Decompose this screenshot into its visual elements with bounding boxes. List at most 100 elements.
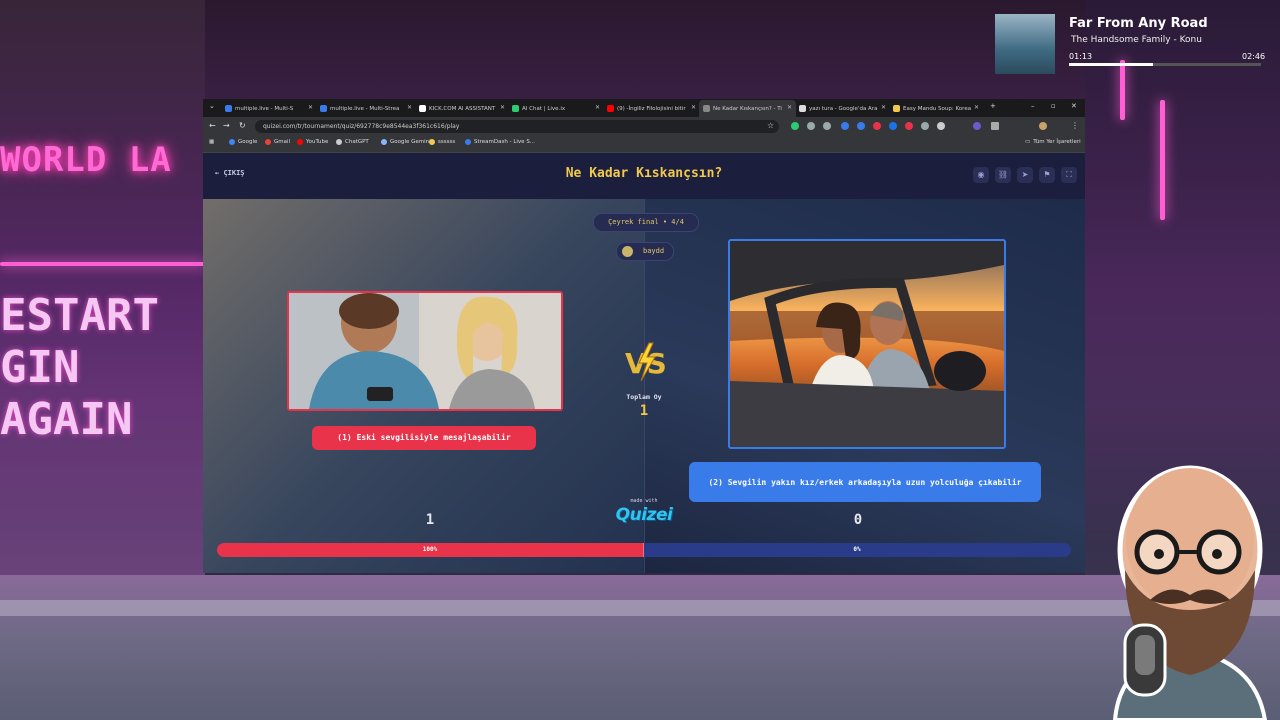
tab-search-button[interactable]: ⌄ [209, 102, 215, 110]
quizei-logo[interactable]: Quizei [583, 505, 705, 525]
tab-7[interactable]: yazı tura - Google'da Ara ✕ [795, 100, 890, 117]
browser-window: ⌄ + – ▫ ✕ multiple.live - Multi-S ✕ multip… [203, 99, 1085, 573]
tab-label: multiple.live - Multi-Strea [330, 105, 400, 112]
background-rail [0, 600, 1280, 616]
tab-2[interactable]: multiple.live - Multi-Strea ✕ [316, 100, 416, 117]
bookmark-item[interactable]: ChatGPT [336, 139, 369, 145]
minimize-button[interactable]: – [1031, 102, 1035, 110]
tab-5[interactable]: (9) -İngiliz Filolojisini bitir ✕ [603, 100, 700, 117]
background-restart-sign: ESTART GIN AGAIN [0, 290, 205, 446]
tab-6[interactable]: Ne Kadar Kıskançsın? - Ti ✕ [699, 100, 796, 117]
bookmark-favicon [429, 139, 435, 145]
close-window-button[interactable]: ✕ [1071, 102, 1077, 110]
option1-count: 1 [425, 512, 435, 528]
maximize-button[interactable]: ▫ [1051, 102, 1056, 110]
extension-icon-6[interactable] [873, 122, 881, 130]
close-tab-icon[interactable]: ✕ [500, 104, 505, 111]
bookmark-item[interactable]: YouTube [297, 139, 328, 145]
option1-percent: 100% [422, 546, 438, 553]
option2-button[interactable]: (2) Sevgilin yakın kız/erkek arkadaşıyla… [689, 462, 1041, 502]
made-with-label: made with [630, 498, 658, 504]
tab-favicon [512, 105, 519, 112]
extension-icon-11[interactable] [973, 122, 981, 130]
url-input[interactable]: quizei.com/tr/tournament/quiz/692778c9e8… [255, 120, 779, 133]
extension-icon-8[interactable] [905, 122, 913, 130]
tab-label: (9) -İngiliz Filolojisini bitir [617, 105, 686, 112]
track-artist: The Handsome Family - Konu [1071, 35, 1202, 45]
close-tab-icon[interactable]: ✕ [691, 104, 696, 111]
flag-icon[interactable]: ⚑ [1039, 167, 1055, 183]
bookmark-item[interactable]: StreamDash - Live S... [465, 139, 535, 145]
bookmark-label: YouTube [306, 139, 329, 145]
menu-kebab-icon[interactable]: ⋮ [1071, 121, 1079, 130]
tab-label: AI Chat | Live.ix [522, 105, 566, 112]
round-badge: Çeyrek final • 4/4 [593, 213, 699, 232]
profile-icon[interactable] [1039, 122, 1047, 130]
tab-4[interactable]: AI Chat | Live.ix ✕ [508, 100, 604, 117]
album-art [995, 14, 1055, 74]
fullscreen-icon[interactable]: ⛶ [1061, 167, 1077, 183]
bookmark-favicon [265, 139, 271, 145]
tab-label: KICK.COM AI ASSISTANT [429, 105, 496, 112]
link-icon[interactable]: ⛓ [995, 167, 1011, 183]
extension-icon-10[interactable] [937, 122, 945, 130]
send-icon[interactable]: ➤ [1017, 167, 1033, 183]
bookmark-label: Google Gemini [390, 139, 431, 145]
close-tab-icon[interactable]: ✕ [407, 104, 412, 111]
eye-icon[interactable]: ◉ [973, 167, 989, 183]
close-tab-icon[interactable]: ✕ [308, 104, 313, 111]
extension-icon-9[interactable] [921, 122, 929, 130]
tab-label: multiple.live - Multi-S [235, 105, 294, 112]
background-restart-line1: ESTART [0, 290, 159, 341]
close-tab-icon[interactable]: ✕ [595, 104, 600, 111]
reload-icon[interactable]: ↻ [239, 121, 246, 130]
extension-icon-5[interactable] [857, 122, 865, 130]
tab-favicon [225, 105, 232, 112]
page-title: Ne Kadar Kıskançsın? [565, 166, 723, 181]
bookmark-item[interactable]: Google [229, 139, 257, 145]
bookmark-label: ssssss [438, 139, 456, 145]
track-title: Far From Any Road [1069, 16, 1208, 31]
close-tab-icon[interactable]: ✕ [787, 104, 792, 111]
track-duration: 02:46 [1242, 52, 1266, 61]
tab-favicon [799, 105, 806, 112]
new-tab-button[interactable]: + [990, 102, 996, 110]
all-bookmarks-link[interactable]: ▭ Tüm Yer İşaretleri [1025, 139, 1081, 145]
bookmark-item[interactable]: Google Gemini [381, 139, 431, 145]
quiz-page: ← ÇIKIŞ Ne Kadar Kıskançsın? ◉ ⛓ ➤ ⚑ ⛶ Ç… [203, 153, 1085, 573]
option2-image[interactable] [728, 239, 1006, 449]
extension-icon-1[interactable] [791, 122, 799, 130]
track-elapsed: 01:13 [1069, 52, 1093, 61]
avatar [622, 246, 633, 257]
background-restart-line2: GIN AGAIN [0, 342, 133, 445]
tab-1[interactable]: multiple.live - Multi-S ✕ [221, 100, 317, 117]
tab-favicon [893, 105, 900, 112]
extension-icon-2[interactable] [807, 122, 815, 130]
track-progress-bar [1069, 63, 1261, 66]
extension-icon-3[interactable] [823, 122, 831, 130]
background-neon-sign: WORLD LA [0, 140, 172, 180]
option1-image[interactable] [287, 291, 563, 411]
background-street [0, 575, 1280, 720]
tab-3[interactable]: KICK.COM AI ASSISTANT ✕ [415, 100, 509, 117]
bookmark-star-icon[interactable]: ☆ [767, 121, 774, 130]
tab-8[interactable]: Easy Mandu Soup: Korea ✕ [889, 100, 983, 117]
close-tab-icon[interactable]: ✕ [881, 104, 886, 111]
back-icon[interactable]: ← [209, 121, 216, 130]
forward-icon[interactable]: → [223, 121, 230, 130]
apps-grid-icon[interactable]: ▦ [209, 139, 214, 145]
extension-icon-4[interactable] [841, 122, 849, 130]
close-tab-icon[interactable]: ✕ [974, 104, 979, 111]
option1-button[interactable]: (1) Eski sevgilisiyle mesajlaşabilir [312, 426, 536, 450]
bookmark-item[interactable]: Gmail [265, 139, 290, 145]
extension-icon-7[interactable] [889, 122, 897, 130]
background-neon-pole [1160, 100, 1165, 220]
bookmark-item[interactable]: ssssss [429, 139, 455, 145]
vs-lightning-icon: VS [625, 342, 667, 381]
tab-favicon [419, 105, 426, 112]
extensions-puzzle-icon[interactable] [991, 122, 999, 130]
tab-label: Easy Mandu Soup: Korea [903, 105, 972, 112]
option1-photo [289, 293, 561, 409]
bookmarks-bar: ▦ ▭ Tüm Yer İşaretleri Google Gmail YouTube… [203, 136, 1085, 153]
quiz-header: ← ÇIKIŞ Ne Kadar Kıskançsın? ◉ ⛓ ➤ ⚑ ⛶ [203, 153, 1085, 199]
